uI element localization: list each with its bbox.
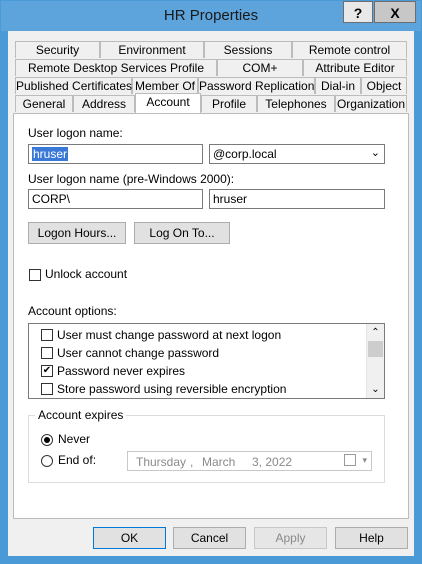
account-options-list[interactable]: User must change password at next logon …	[28, 323, 385, 399]
date-day-year: 3, 2022	[252, 455, 293, 469]
tab-published-certificates[interactable]: Published Certificates	[15, 77, 132, 94]
option-label: User must change password at next logon	[57, 328, 282, 342]
option-label: Store password using reversible encrypti…	[57, 382, 287, 396]
options-scrollbar[interactable]: ⌃ ⌄	[366, 324, 384, 398]
tab-profile[interactable]: Profile	[201, 95, 257, 112]
ok-button[interactable]: OK	[93, 527, 166, 549]
tab-rds-profile[interactable]: Remote Desktop Services Profile	[15, 59, 217, 76]
tab-environment[interactable]: Environment	[100, 41, 204, 58]
option-checkbox[interactable]	[41, 347, 53, 359]
cancel-button[interactable]: Cancel	[173, 527, 246, 549]
date-month: March	[202, 455, 236, 469]
chevron-down-icon: ⌄	[370, 147, 380, 159]
pre2000-user-input[interactable]: hruser	[209, 189, 385, 209]
option-checkbox[interactable]	[41, 329, 53, 341]
option-checkbox-checked[interactable]: ✔	[41, 365, 53, 377]
logon-name-value: hruser	[32, 147, 69, 161]
option-label: Password never expires	[57, 364, 186, 378]
tab-telephones[interactable]: Telephones	[257, 95, 335, 112]
option-checkbox[interactable]	[41, 383, 53, 395]
tab-account[interactable]: Account	[135, 93, 201, 113]
dialog-client: Security Environment Sessions Remote con…	[8, 31, 414, 556]
tab-dial-in[interactable]: Dial-in	[315, 77, 361, 94]
account-tab-page: User logon name: hruser @corp.local ⌄ Us…	[13, 113, 409, 519]
tab-member-of[interactable]: Member Of	[132, 77, 198, 94]
tab-com-plus[interactable]: COM+	[217, 59, 303, 76]
tab-sessions[interactable]: Sessions	[204, 41, 292, 58]
never-label: Never	[58, 432, 91, 446]
scroll-up-icon[interactable]: ⌃	[367, 324, 384, 341]
tab-address[interactable]: Address	[73, 95, 135, 112]
upn-suffix-select[interactable]: @corp.local ⌄	[209, 144, 385, 164]
calendar-icon[interactable]	[344, 454, 356, 466]
upn-suffix-value: @corp.local	[213, 147, 277, 161]
tab-general[interactable]: General	[15, 95, 73, 112]
end-of-label: End of:	[58, 453, 97, 467]
tab-object[interactable]: Object	[361, 77, 407, 94]
tab-remote-control[interactable]: Remote control	[292, 41, 407, 58]
tab-password-replication[interactable]: Password Replication	[198, 77, 315, 94]
unlock-account-checkbox[interactable]	[29, 269, 41, 281]
date-separator: ,	[190, 455, 194, 469]
end-of-radio[interactable]	[41, 455, 53, 467]
account-options-label: Account options:	[28, 304, 117, 318]
account-expires-label: Account expires	[35, 408, 127, 422]
help-title-button[interactable]: ?	[343, 1, 373, 23]
account-expires-group: Account expires Never End of: Thursday ,…	[28, 408, 385, 483]
log-on-to-button[interactable]: Log On To...	[134, 222, 230, 244]
scroll-down-icon[interactable]: ⌄	[367, 381, 384, 398]
tab-organization[interactable]: Organization	[335, 95, 407, 112]
tab-security[interactable]: Security	[15, 41, 100, 58]
pre2000-label: User logon name (pre-Windows 2000):	[28, 172, 235, 186]
tab-attribute-editor[interactable]: Attribute Editor	[303, 59, 407, 76]
help-button[interactable]: Help	[335, 527, 408, 549]
expiry-date-picker[interactable]: Thursday , March 3, 2022 ▾	[127, 451, 372, 471]
dropdown-arrow-icon[interactable]: ▾	[362, 455, 367, 466]
logon-name-input[interactable]: hruser	[28, 144, 203, 164]
scroll-thumb[interactable]	[368, 341, 383, 357]
pre2000-domain-field: CORP\	[28, 189, 203, 209]
logon-hours-button[interactable]: Logon Hours...	[28, 222, 126, 244]
title-bar[interactable]: HR Properties ? X	[1, 1, 421, 31]
tab-strip: Security Environment Sessions Remote con…	[8, 31, 414, 116]
date-weekday: Thursday	[136, 455, 187, 469]
properties-window: HR Properties ? X Security Environment S…	[0, 0, 422, 564]
unlock-account-label: Unlock account	[45, 267, 128, 281]
close-button[interactable]: X	[374, 1, 416, 23]
option-label: User cannot change password	[57, 346, 220, 360]
never-radio[interactable]	[41, 434, 53, 446]
logon-name-label: User logon name:	[28, 126, 123, 140]
apply-button[interactable]: Apply	[254, 527, 327, 549]
